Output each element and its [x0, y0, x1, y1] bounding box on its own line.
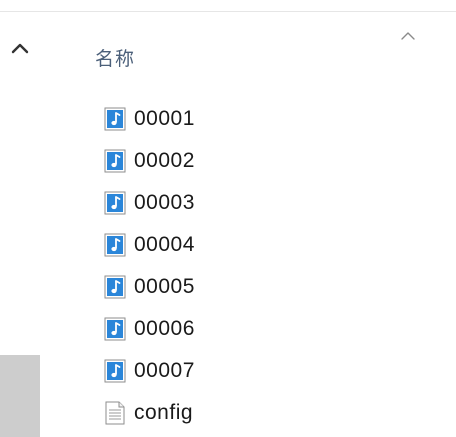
file-row[interactable]: 00002 — [104, 140, 404, 182]
audio-file-icon — [104, 359, 126, 383]
audio-file-icon — [104, 317, 126, 341]
file-row[interactable]: 00007 — [104, 350, 404, 392]
file-name: 00001 — [134, 107, 195, 130]
file-name: 00007 — [134, 359, 195, 382]
file-name: config — [134, 401, 194, 424]
file-row[interactable]: 00004 — [104, 224, 404, 266]
audio-file-icon — [104, 149, 126, 173]
file-name: 00004 — [134, 233, 195, 256]
file-row[interactable]: 00006 — [104, 308, 404, 350]
audio-file-icon — [104, 191, 126, 215]
file-name: 00003 — [134, 191, 195, 214]
file-name: 00002 — [134, 149, 195, 172]
audio-file-icon — [104, 275, 126, 299]
sort-ascending-icon — [401, 32, 415, 40]
file-name: 00006 — [134, 317, 195, 340]
file-list: 00001 00002 00003 00004 00005 00006 00007 confi… — [104, 98, 404, 434]
top-divider — [0, 11, 456, 12]
audio-file-icon — [104, 233, 126, 257]
name-column-header[interactable]: 名称 — [95, 40, 395, 74]
file-row[interactable]: config — [104, 392, 404, 434]
audio-file-icon — [104, 107, 126, 131]
file-row[interactable]: 00001 — [104, 98, 404, 140]
file-row[interactable]: 00005 — [104, 266, 404, 308]
file-row[interactable]: 00003 — [104, 182, 404, 224]
chevron-up-icon[interactable] — [8, 38, 32, 58]
name-column-label: 名称 — [95, 48, 136, 70]
text-file-icon — [104, 401, 126, 425]
file-name: 00005 — [134, 275, 195, 298]
scrollbar-thumb[interactable] — [0, 355, 40, 437]
